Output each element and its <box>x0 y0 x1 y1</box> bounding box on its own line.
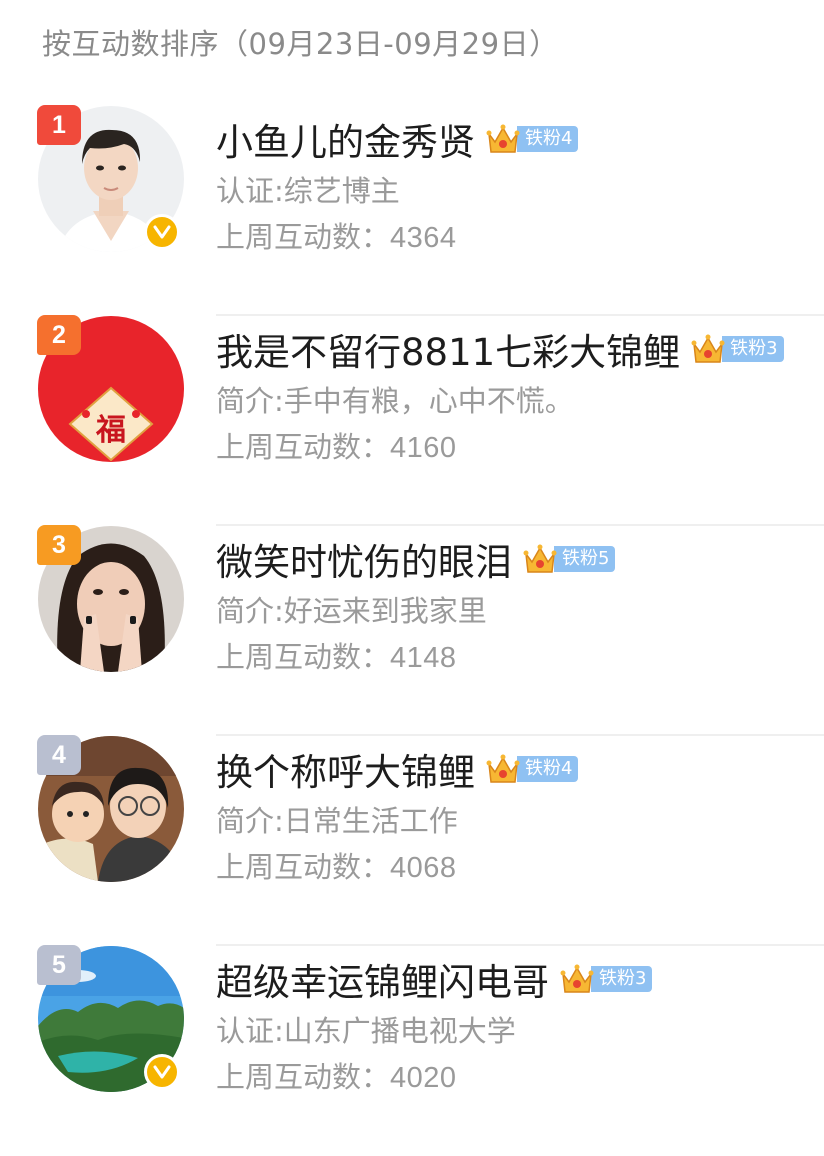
list-item[interactable]: 4 换个称呼大锦鲤 铁粉4 简介:日常生活工作 上周互动数：4068 <box>0 735 824 946</box>
weekly-interactions: 上周互动数：4020 <box>216 1060 457 1094</box>
weekly-interactions: 上周互动数：4068 <box>216 850 457 884</box>
verified-icon <box>144 214 180 250</box>
fan-level-badge: 铁粉3 <box>690 334 784 364</box>
svg-text:福: 福 <box>95 413 126 448</box>
crown-icon <box>486 124 520 153</box>
weekly-interactions: 上周互动数：4148 <box>216 640 457 674</box>
fan-level-badge: 铁粉4 <box>485 124 579 154</box>
fan-level-badge: 铁粉3 <box>559 964 653 994</box>
user-description: 认证:山东广播电视大学 <box>216 1014 516 1048</box>
user-name[interactable]: 换个称呼大锦鲤 <box>216 742 475 796</box>
rank-badge: 5 <box>37 945 81 985</box>
fan-level-badge: 铁粉4 <box>485 754 579 784</box>
weekly-interactions: 上周互动数：4160 <box>216 430 457 464</box>
user-name[interactable]: 小鱼儿的金秀贤 <box>216 112 475 166</box>
rank-badge: 1 <box>37 105 81 145</box>
list-item[interactable]: 1 小鱼儿的金秀贤 铁粉4 认证:综艺博主 上周互动数：4364 <box>0 105 824 316</box>
weekly-interactions: 上周互动数：4364 <box>216 220 457 254</box>
rank-badge: 2 <box>37 315 81 355</box>
user-name[interactable]: 我是不留行8811七彩大锦鲤 <box>216 322 680 376</box>
crown-icon <box>691 334 725 363</box>
crown-icon <box>523 544 557 573</box>
list-item[interactable]: 5 超级幸运锦鲤闪电哥 铁粉3 认证:山东广播电视大学 上周互动数：4020 <box>0 945 824 1156</box>
user-name[interactable]: 微笑时忧伤的眼泪 <box>216 532 512 586</box>
user-description: 简介:日常生活工作 <box>216 804 458 838</box>
user-description: 简介:手中有粮，心中不慌。 <box>216 384 574 418</box>
rank-badge: 4 <box>37 735 81 775</box>
rank-badge: 3 <box>37 525 81 565</box>
user-description: 认证:综艺博主 <box>216 174 400 208</box>
fan-level-badge: 铁粉5 <box>522 544 616 574</box>
list-item[interactable]: 福 2 我是不留行8811七彩大锦鲤 铁粉3 简介:手中有粮，心中不慌。 上周互… <box>0 315 824 526</box>
user-description: 简介:好运来到我家里 <box>216 594 487 628</box>
sort-header: 按互动数排序（09月23日-09月29日） <box>42 27 559 61</box>
list-item[interactable]: 3 微笑时忧伤的眼泪 铁粉5 简介:好运来到我家里 上周互动数：4148 <box>0 525 824 736</box>
crown-icon <box>560 964 594 993</box>
user-name[interactable]: 超级幸运锦鲤闪电哥 <box>216 952 549 1006</box>
crown-icon <box>486 754 520 783</box>
verified-icon <box>144 1054 180 1090</box>
